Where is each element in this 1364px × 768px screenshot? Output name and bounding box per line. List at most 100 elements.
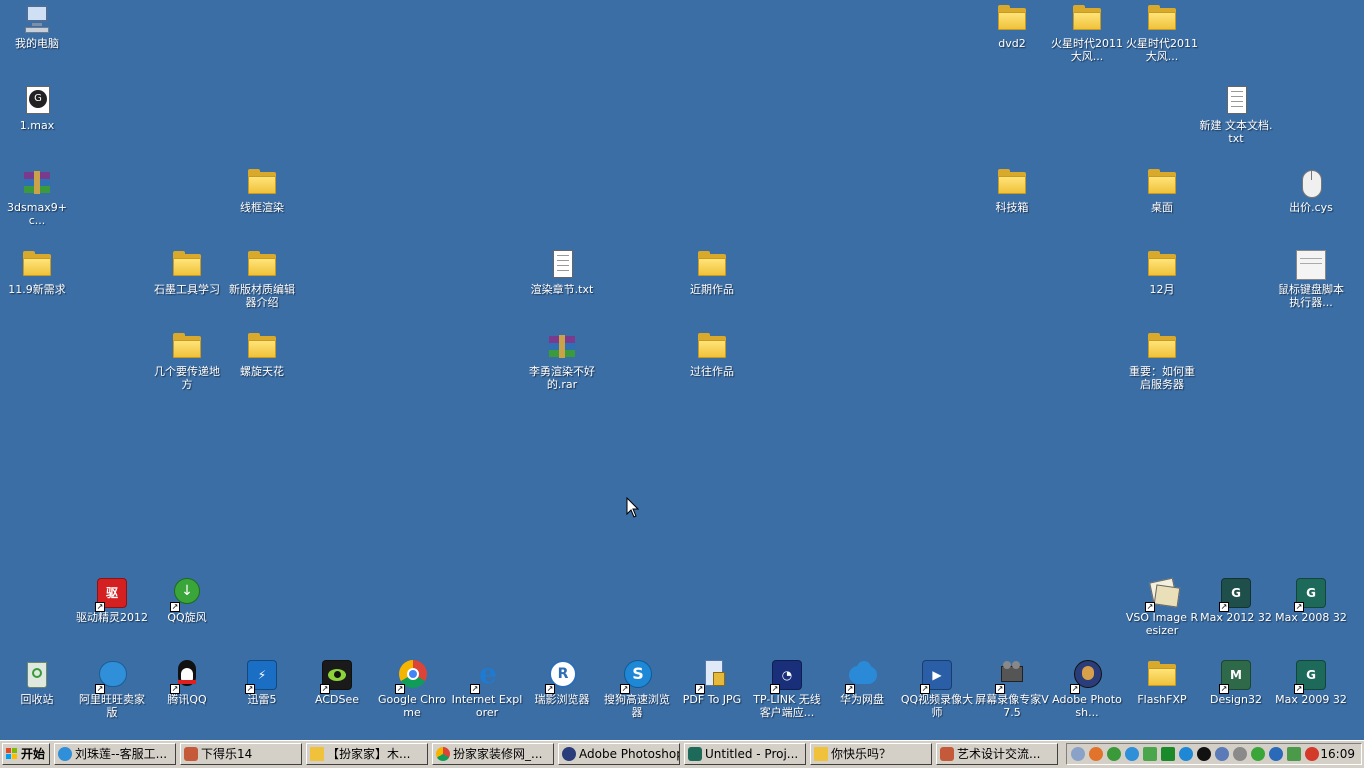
- acdsee-shortcut[interactable]: ↗ ACDSee: [300, 658, 374, 706]
- render-chapter-file[interactable]: 渲染章节.txt: [525, 248, 599, 296]
- folder-desk[interactable]: 桌面: [1125, 166, 1199, 214]
- recycle-bin[interactable]: 回收站: [0, 658, 74, 706]
- icon-label: 1.max: [19, 119, 55, 132]
- folder-past-works[interactable]: 过往作品: [675, 330, 749, 378]
- icon-label: 近期作品: [690, 283, 734, 296]
- taskbar-button-photoshop[interactable]: Adobe Photoshop: [558, 743, 680, 765]
- folder-flashfxp[interactable]: FlashFXP: [1125, 658, 1199, 706]
- archive-3dsmax[interactable]: 3dsmax9+c...: [0, 166, 74, 227]
- tray-app-icon[interactable]: [1089, 747, 1103, 761]
- folder-mars-1[interactable]: 火星时代2011大风...: [1050, 2, 1124, 63]
- ie-shortcut[interactable]: e ↗ Internet Explorer: [450, 658, 524, 720]
- tray-app-icon[interactable]: [1143, 747, 1157, 761]
- max2009-shortcut[interactable]: G ↗ Max 2009 32: [1274, 658, 1348, 706]
- huawei-disk-shortcut[interactable]: ↗ 华为网盘: [825, 658, 899, 706]
- icon-label: Max 2008 32: [1275, 611, 1347, 624]
- price-cys-file[interactable]: 出价.cys: [1274, 166, 1348, 214]
- folder-dvd2[interactable]: dvd2: [975, 2, 1049, 50]
- screen-recorder-shortcut[interactable]: ↗ 屏幕录像专家V7.5: [975, 658, 1049, 719]
- icon-label: 3dsmax9+c...: [7, 201, 67, 227]
- script-window-icon: [1294, 248, 1328, 282]
- tray-app-icon[interactable]: [1215, 747, 1229, 761]
- icon-label: 新版材质编辑器介绍: [229, 283, 295, 309]
- folder-req-11-9[interactable]: 11.9新需求: [0, 248, 74, 296]
- mouse-icon: [1294, 166, 1328, 200]
- qq-penguin-icon: ↗: [170, 658, 204, 694]
- icon-label: Google Chrome: [378, 693, 446, 719]
- taskbar-button-chat-2[interactable]: 艺术设计交流...: [936, 743, 1058, 765]
- taskbar-button-folder-2[interactable]: 你快乐吗？: [810, 743, 932, 765]
- taskbar-button-3dsmax[interactable]: Untitled - Proj...: [684, 743, 806, 765]
- icon-label: 驱动精灵2012: [76, 611, 148, 624]
- vso-resizer-shortcut[interactable]: ↗ VSO Image Resizer: [1125, 576, 1199, 637]
- task-label: Adobe Photoshop: [579, 747, 680, 761]
- max-file-shortcut[interactable]: G 1.max: [0, 84, 74, 132]
- folder-graphite[interactable]: 石墨工具学习: [150, 248, 224, 296]
- network-icon[interactable]: [1071, 747, 1085, 761]
- ruiying-shortcut[interactable]: R ↗ 瑞影浏览器: [525, 658, 599, 706]
- icon-label: 渲染章节.txt: [530, 283, 594, 296]
- clock[interactable]: 16:09: [1320, 744, 1355, 764]
- task-label: 艺术设计交流...: [957, 747, 1041, 761]
- tray-app-icon[interactable]: [1251, 747, 1265, 761]
- driver-genius-shortcut[interactable]: 驱 ↗ 驱动精灵2012: [75, 576, 149, 624]
- icon-label: 11.9新需求: [8, 283, 66, 296]
- chrome-shortcut[interactable]: ↗ Google Chrome: [375, 658, 449, 719]
- tray-app-icon[interactable]: [1233, 747, 1247, 761]
- qq-video-recorder-shortcut[interactable]: ▶ ↗ QQ视频录像大师: [900, 658, 974, 719]
- my-computer-shortcut[interactable]: 我的电脑: [0, 2, 74, 50]
- folder-mars-2[interactable]: 火星时代2011大风...: [1125, 2, 1199, 63]
- tray-app-icon[interactable]: [1107, 747, 1121, 761]
- folder-spiral[interactable]: 螺旋天花: [225, 330, 299, 378]
- 3dsmax-icon: G ↗: [1294, 658, 1328, 694]
- folder-new-material[interactable]: 新版材质编辑器介绍: [225, 248, 299, 309]
- windows-logo-icon: [6, 748, 18, 760]
- taskbar-button-folder[interactable]: 【扮家家】木...: [306, 743, 428, 765]
- mouse-script-shortcut[interactable]: 鼠标键盘脚本执行器...: [1274, 248, 1348, 309]
- new-text-file[interactable]: 新建 文本文档.txt: [1199, 84, 1273, 145]
- design32-shortcut[interactable]: M ↗ Design32: [1199, 658, 1273, 706]
- folder-recent-works[interactable]: 近期作品: [675, 248, 749, 296]
- task-label: 扮家家装修网_...: [453, 747, 543, 761]
- pdf-to-jpg-shortcut[interactable]: ↗ PDF To JPG: [675, 658, 749, 706]
- tray-app-icon[interactable]: [1269, 747, 1283, 761]
- task-label: 下得乐14: [201, 747, 253, 761]
- start-button[interactable]: 开始: [2, 743, 50, 765]
- photoshop-shortcut[interactable]: ↗ Adobe Photosh...: [1050, 658, 1124, 719]
- icon-label: 火星时代2011大风...: [1051, 37, 1123, 63]
- aliwangwang-shortcut[interactable]: ↗ 阿里旺旺卖家版: [75, 658, 149, 719]
- folder-restart-server[interactable]: 重要：如何重启服务器: [1125, 330, 1199, 391]
- icon-label: PDF To JPG: [682, 693, 742, 706]
- max2008-shortcut[interactable]: G ↗ Max 2008 32: [1274, 576, 1348, 624]
- icon-label: TP-LINK 无线客户端应...: [753, 693, 821, 719]
- 3dsmax-icon: [688, 747, 702, 761]
- tray-app-icon[interactable]: [1161, 747, 1175, 761]
- archive-liyong[interactable]: 李勇渲染不好的.rar: [525, 330, 599, 391]
- task-label: 刘珠莲--客服工...: [75, 747, 168, 761]
- sogou-shortcut[interactable]: S ↗ 搜狗高速浏览器: [600, 658, 674, 719]
- folder-icon: [170, 330, 204, 364]
- folder-icon: [1145, 248, 1179, 282]
- desktop: 我的电脑 dvd2 火星时代2011大风... 火星时代2011大风... G …: [0, 0, 1364, 740]
- tray-app-icon[interactable]: [1305, 747, 1319, 761]
- folder-dec[interactable]: 12月: [1125, 248, 1199, 296]
- tplink-shortcut[interactable]: ◔ ↗ TP-LINK 无线客户端应...: [750, 658, 824, 719]
- taskbar-button-chrome[interactable]: 扮家家装修网_...: [432, 743, 554, 765]
- tray-app-icon[interactable]: [1179, 747, 1193, 761]
- icon-label: 石墨工具学习: [154, 283, 220, 296]
- taskbar-button-chat-1[interactable]: 下得乐14: [180, 743, 302, 765]
- shield-icon[interactable]: [1287, 747, 1301, 761]
- taskbar-button-aliwangwang[interactable]: 刘珠莲--客服工...: [54, 743, 176, 765]
- max-file-icon: G: [20, 84, 54, 118]
- qq-shortcut[interactable]: ↗ 腾讯QQ: [150, 658, 224, 706]
- folder-places[interactable]: 几个要传递地方: [150, 330, 224, 391]
- qq-penguin-icon[interactable]: [1197, 747, 1211, 761]
- icon-label: 搜狗高速浏览器: [604, 693, 670, 719]
- folder-wireframe[interactable]: 线框渲染: [225, 166, 299, 214]
- 3dsmax-icon: G ↗: [1294, 576, 1328, 612]
- qq-whirlwind-shortcut[interactable]: ↓ ↗ QQ旋风: [150, 576, 224, 624]
- tray-app-icon[interactable]: [1125, 747, 1139, 761]
- max2012-shortcut[interactable]: G ↗ Max 2012 32: [1199, 576, 1273, 624]
- folder-tech-box[interactable]: 科技箱: [975, 166, 1049, 214]
- xunlei-shortcut[interactable]: ⚡ ↗ 迅雷5: [225, 658, 299, 706]
